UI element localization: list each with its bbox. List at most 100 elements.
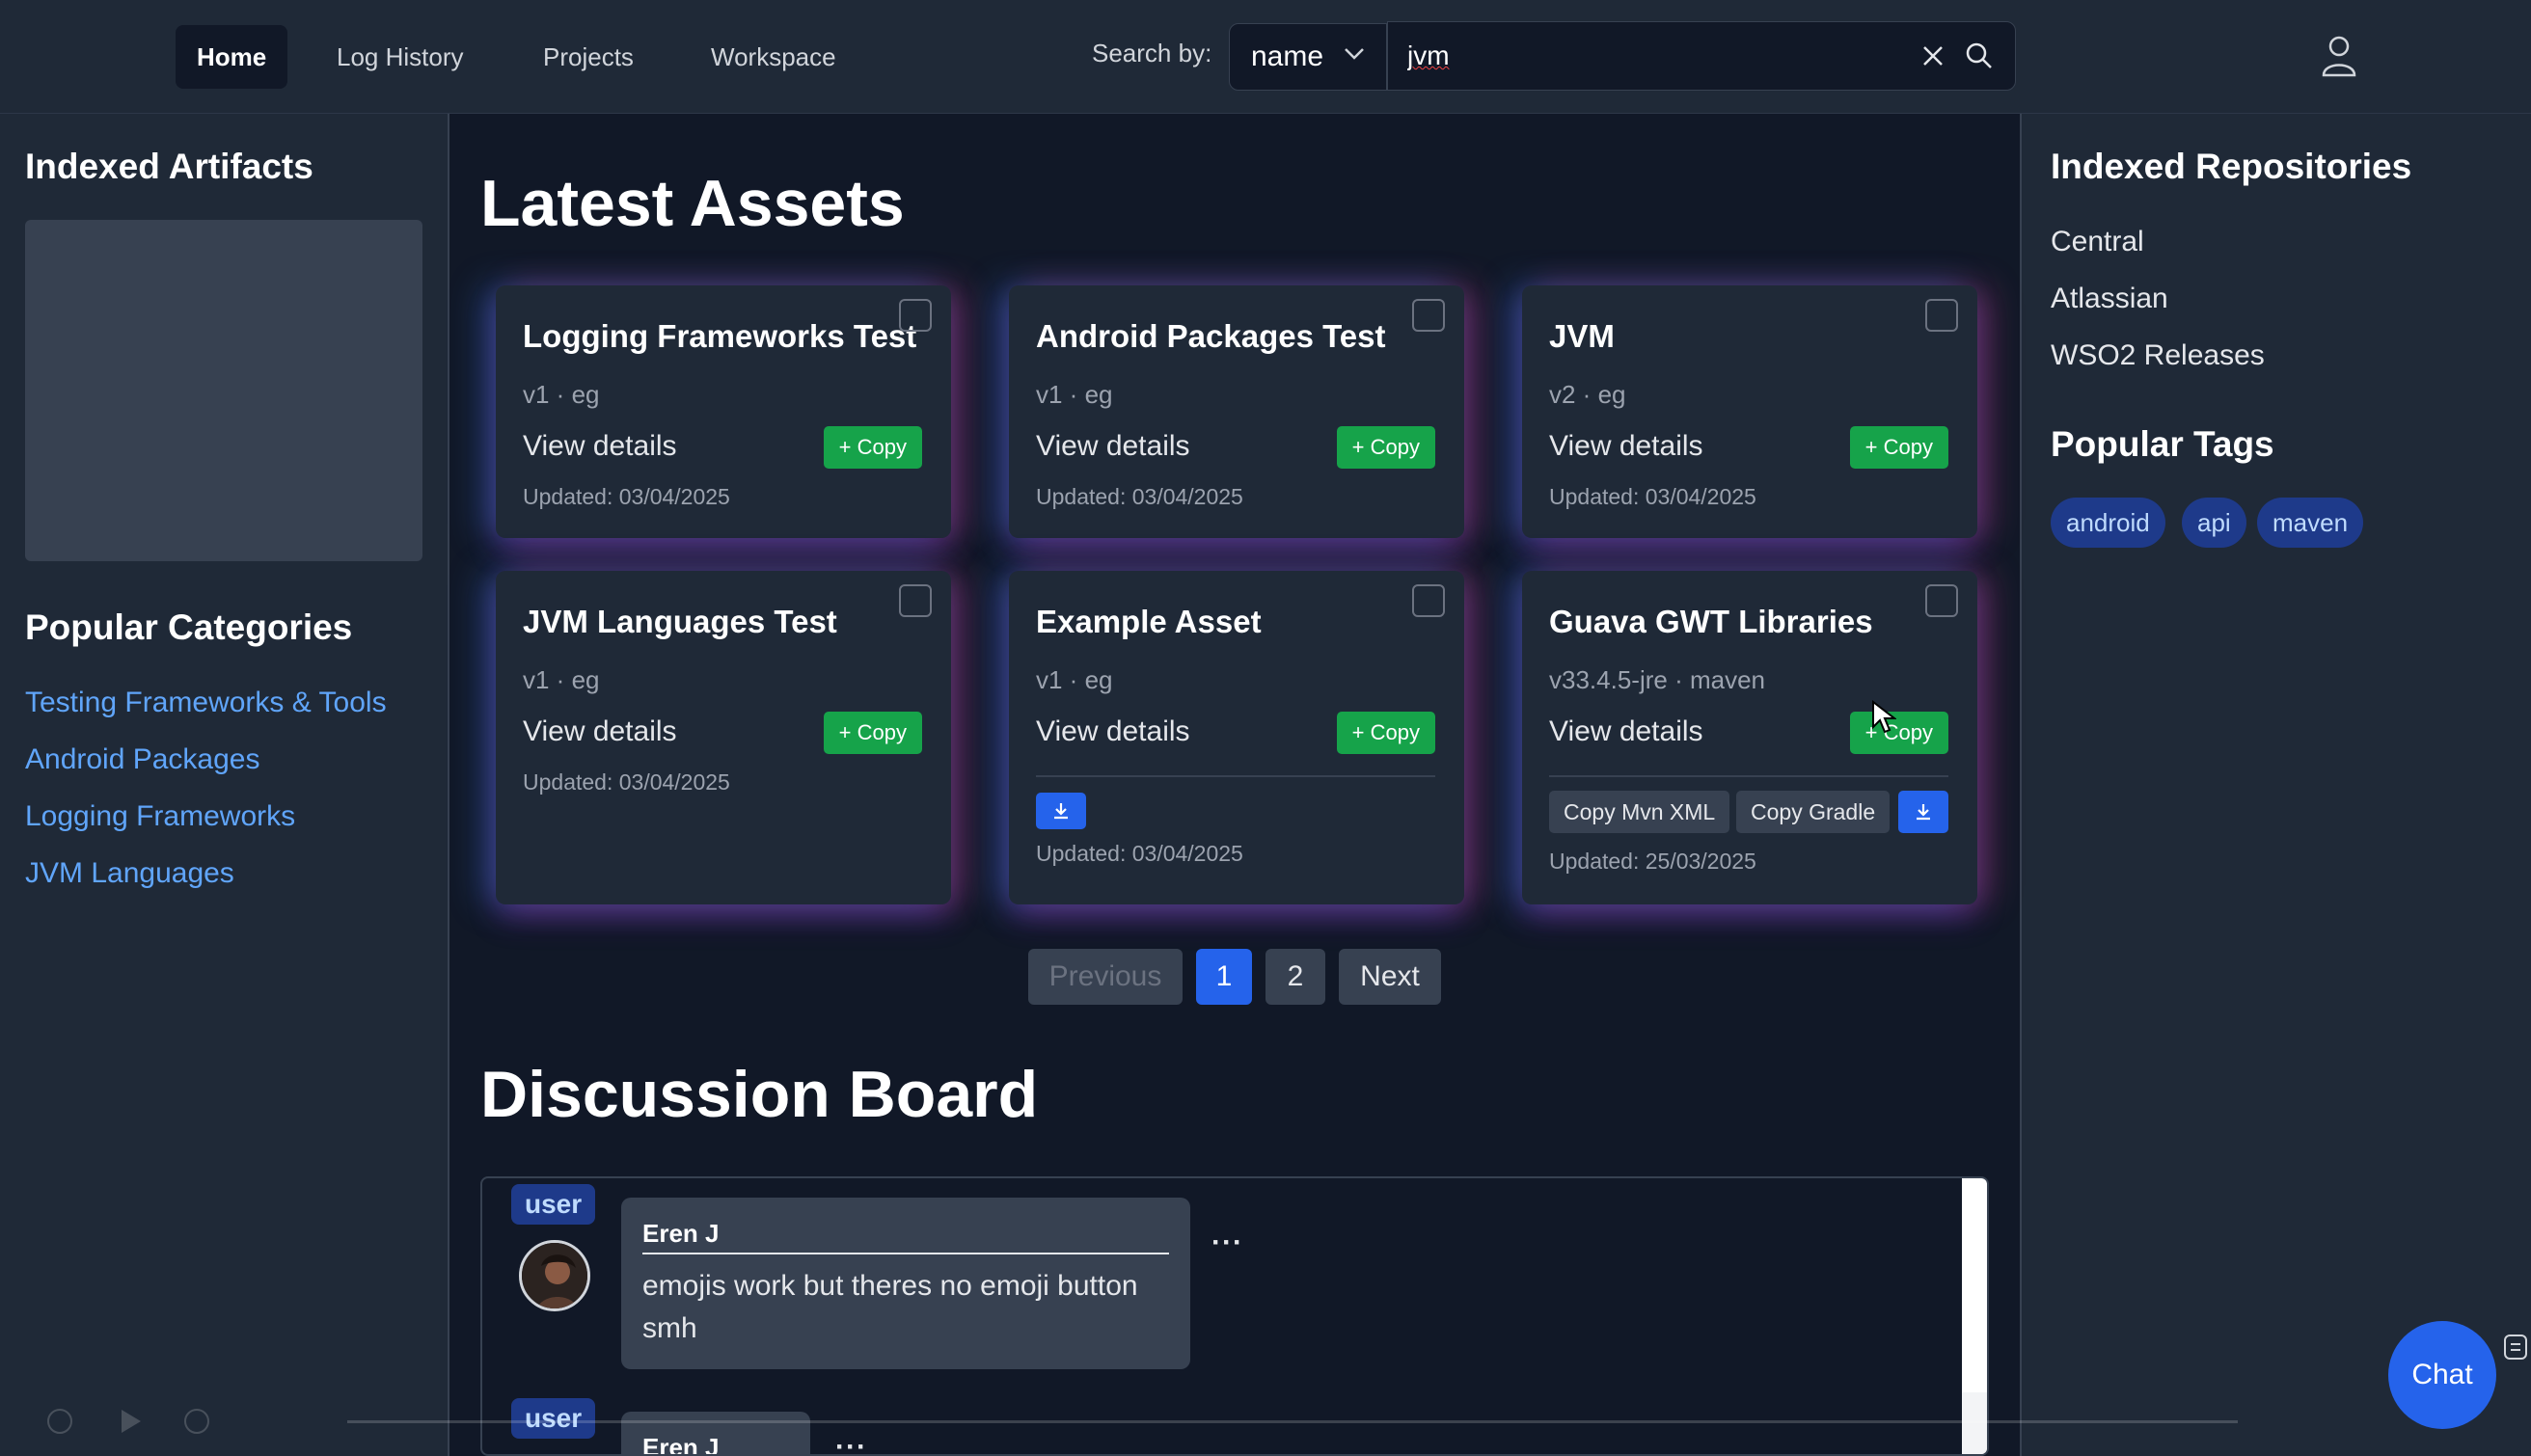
- video-controls-overlay: [0, 1396, 2531, 1446]
- category-link[interactable]: JVM Languages: [25, 857, 234, 890]
- download-icon: [1054, 803, 1068, 820]
- copy-button[interactable]: + Copy: [1849, 712, 1948, 754]
- indexed-artifacts-placeholder: [25, 220, 422, 561]
- nav-workspace[interactable]: Workspace: [690, 25, 857, 89]
- asset-card: Guava GWT Libraries v33.4.5-jre · maven …: [1522, 571, 1977, 904]
- user-icon[interactable]: [2321, 35, 2357, 77]
- play-icon: [122, 1410, 141, 1433]
- select-checkbox[interactable]: [1925, 299, 1958, 332]
- asset-meta: v33.4.5-jre · maven: [1549, 665, 1765, 694]
- copy-button[interactable]: + Copy: [1849, 426, 1948, 469]
- copy-button[interactable]: + Copy: [823, 712, 922, 754]
- copy-button[interactable]: + Copy: [823, 426, 922, 469]
- asset-meta: v1 · eg: [1036, 665, 1113, 694]
- popular-categories-title: Popular Categories: [25, 607, 353, 647]
- repository-link[interactable]: WSO2 Releases: [2051, 339, 2265, 372]
- select-checkbox[interactable]: [1412, 584, 1445, 617]
- card-divider: [1036, 775, 1435, 777]
- discussion-board-title: Discussion Board: [480, 1058, 1039, 1131]
- updated-date: Updated: 25/03/2025: [1549, 849, 1756, 874]
- asset-meta: v1 · eg: [523, 380, 600, 409]
- copy-button[interactable]: + Copy: [1336, 712, 1435, 754]
- asset-title[interactable]: Guava GWT Libraries: [1549, 604, 1873, 640]
- category-link[interactable]: Android Packages: [25, 743, 260, 776]
- video-progress-line: [347, 1420, 2238, 1423]
- search-box: [1387, 21, 2016, 91]
- download-button[interactable]: [1036, 793, 1086, 829]
- view-details-link[interactable]: View details: [523, 430, 677, 463]
- asset-title[interactable]: Example Asset: [1036, 604, 1262, 640]
- chevron-down-icon: [1345, 48, 1364, 60]
- nav-projects[interactable]: Projects: [522, 25, 655, 89]
- previous-page-button[interactable]: Previous: [1028, 949, 1183, 1005]
- select-checkbox[interactable]: [1925, 584, 1958, 617]
- select-checkbox[interactable]: [1412, 299, 1445, 332]
- popular-tags-title: Popular Tags: [2051, 424, 2274, 464]
- user-badge: user: [511, 1184, 596, 1225]
- tag-maven[interactable]: maven: [2257, 498, 2364, 548]
- clear-icon[interactable]: [1920, 43, 1946, 68]
- chat-button[interactable]: Chat: [2388, 1321, 2496, 1429]
- asset-card: Example Asset v1 · eg View details + Cop…: [1009, 571, 1464, 904]
- view-details-link[interactable]: View details: [1036, 715, 1190, 748]
- updated-date: Updated: 03/04/2025: [523, 769, 730, 795]
- nav-log-history[interactable]: Log History: [315, 25, 485, 89]
- search-icon[interactable]: [1965, 41, 1994, 70]
- view-details-link[interactable]: View details: [1549, 715, 1703, 748]
- repository-link[interactable]: Atlassian: [2051, 283, 2168, 315]
- page-2-button[interactable]: 2: [1266, 949, 1325, 1005]
- next-page-button[interactable]: Next: [1339, 949, 1441, 1005]
- latest-assets-title: Latest Assets: [480, 167, 905, 240]
- page-1-button[interactable]: 1: [1196, 949, 1252, 1005]
- card-divider: [1549, 775, 1948, 777]
- indexed-repositories-title: Indexed Repositories: [2051, 147, 2412, 186]
- forward-icon: [184, 1409, 209, 1434]
- left-sidebar: Indexed Artifacts Popular Categories Tes…: [0, 114, 449, 1456]
- cursor-icon: [1872, 700, 1896, 734]
- asset-card: Logging Frameworks Test v1 · eg View det…: [496, 285, 951, 538]
- tag-api[interactable]: api: [2182, 498, 2246, 548]
- select-checkbox[interactable]: [899, 584, 932, 617]
- asset-card: Android Packages Test v1 · eg View detai…: [1009, 285, 1464, 538]
- category-link[interactable]: Testing Frameworks & Tools: [25, 687, 387, 719]
- search-input[interactable]: [1407, 34, 1890, 78]
- nav-home[interactable]: Home: [176, 25, 288, 89]
- view-details-link[interactable]: View details: [1036, 430, 1190, 463]
- search-field-select[interactable]: name: [1229, 23, 1387, 91]
- more-options-icon[interactable]: ···: [1211, 1227, 1243, 1259]
- asset-title[interactable]: Logging Frameworks Test: [523, 318, 916, 355]
- search-by-label: Search by:: [1092, 39, 1212, 67]
- chat-expand-icon[interactable]: [2502, 1333, 2529, 1362]
- asset-meta: v1 · eg: [523, 665, 600, 694]
- copy-mvn-xml-button[interactable]: Copy Mvn XML: [1549, 791, 1730, 833]
- rewind-icon: [47, 1409, 72, 1434]
- select-checkbox[interactable]: [899, 299, 932, 332]
- download-button[interactable]: [1898, 791, 1948, 833]
- comment-bubble: Eren J emojis work but theres no emoji b…: [621, 1198, 1190, 1369]
- repository-link[interactable]: Central: [2051, 226, 2144, 258]
- copy-gradle-button[interactable]: Copy Gradle: [1736, 791, 1891, 833]
- updated-date: Updated: 03/04/2025: [1549, 484, 1756, 509]
- asset-title[interactable]: JVM: [1549, 318, 1615, 355]
- top-navbar: Home Log History Projects Workspace Sear…: [0, 0, 2531, 114]
- download-icon: [1917, 804, 1930, 821]
- category-link[interactable]: Logging Frameworks: [25, 800, 295, 833]
- comment-text: emojis work but theres no emoji button s…: [642, 1270, 1138, 1344]
- asset-title[interactable]: JVM Languages Test: [523, 604, 837, 640]
- tag-android[interactable]: android: [2051, 498, 2165, 548]
- comment-author[interactable]: Eren J: [642, 1219, 1169, 1254]
- asset-meta: v1 · eg: [1036, 380, 1113, 409]
- updated-date: Updated: 03/04/2025: [1036, 484, 1243, 509]
- asset-meta: v2 · eg: [1549, 380, 1626, 409]
- copy-button[interactable]: + Copy: [1336, 426, 1435, 469]
- view-details-link[interactable]: View details: [523, 715, 677, 748]
- updated-date: Updated: 03/04/2025: [1036, 841, 1243, 866]
- indexed-artifacts-title: Indexed Artifacts: [25, 147, 313, 186]
- asset-title[interactable]: Android Packages Test: [1036, 318, 1386, 355]
- asset-card: JVM v2 · eg View details + Copy Updated:…: [1522, 285, 1977, 538]
- view-details-link[interactable]: View details: [1549, 430, 1703, 463]
- right-sidebar: Indexed Repositories Central Atlassian W…: [2020, 114, 2531, 1456]
- updated-date: Updated: 03/04/2025: [523, 484, 730, 509]
- avatar[interactable]: [519, 1240, 590, 1311]
- search-field-value: name: [1251, 40, 1324, 72]
